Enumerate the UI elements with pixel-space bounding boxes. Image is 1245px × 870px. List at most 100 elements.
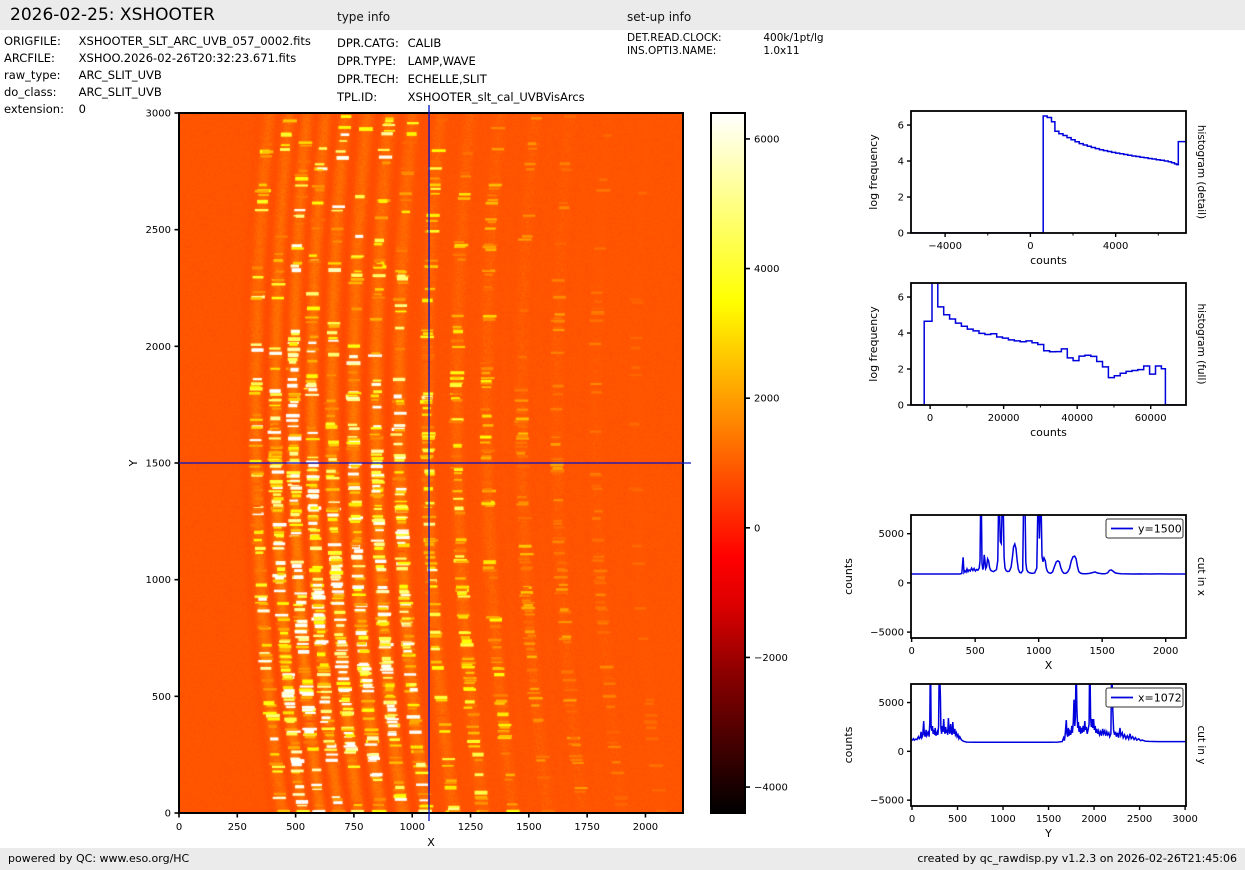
tick-label: 500 <box>152 692 171 703</box>
dprcatg-label: DPR.CATG: <box>337 36 399 50</box>
tick-label: 4 <box>898 157 904 168</box>
info-row-opti3name: INS.OPTI3.NAME: 1.0x11 <box>627 45 824 58</box>
tick-label: 0 <box>176 822 182 833</box>
colorbar <box>711 113 745 813</box>
tick-label: 0 <box>908 646 914 657</box>
histogram_detail-ylabel: log frequency <box>867 134 880 210</box>
tick-label: −4000 <box>928 241 962 252</box>
tick-label: 4 <box>898 329 904 340</box>
histogram_detail-xlabel: counts <box>1030 254 1067 267</box>
page-title: 2026-02-25: XSHOOTER <box>10 5 215 25</box>
tick-label: 1000 <box>1026 646 1051 657</box>
footer-created-by: created by qc_rawdisp.py v1.2.3 on 2026-… <box>917 852 1237 865</box>
tick-label: 2000 <box>633 822 658 833</box>
tick-label: 20000 <box>988 413 1020 424</box>
type-info-heading: type info <box>337 10 391 24</box>
info-row-doclass: do_class: ARC_SLIT_UVB <box>4 84 311 101</box>
type-info-block: DPR.CATG: CALIB DPR.TYPE: LAMP,WAVE DPR.… <box>337 34 585 106</box>
tick-label: 2500 <box>146 225 171 236</box>
tick-label: 750 <box>344 822 363 833</box>
dprtech-label: DPR.TECH: <box>337 72 399 86</box>
info-row-dprcatg: DPR.CATG: CALIB <box>337 34 585 52</box>
info-row-tplid: TPL.ID: XSHOOTER_slt_cal_UVBVisArcs <box>337 88 585 106</box>
tick-label: 500 <box>286 822 305 833</box>
tick-label: 1750 <box>574 822 599 833</box>
tick-label: 500 <box>966 646 985 657</box>
dprcatg-value: CALIB <box>407 36 442 50</box>
tick-label: 2000 <box>754 394 779 405</box>
tick-label: 2000 <box>1081 814 1106 825</box>
tick-label: 250 <box>228 822 247 833</box>
tick-label: −4000 <box>754 783 788 794</box>
cut_in_x-legend-box <box>1105 518 1184 539</box>
footer-powered-by: powered by QC: www.eso.org/HC <box>8 852 190 865</box>
tick-label: 40000 <box>1061 413 1093 424</box>
setup-info-heading: set-up info <box>627 10 692 24</box>
setup-info-block: DET.READ.CLOCK: 400k/1pt/lg INS.OPTI3.NA… <box>627 32 824 57</box>
file-info-block: ORIGFILE: XSHOOTER_SLT_ARC_UVB_057_0002.… <box>4 33 311 118</box>
arcfile-label: ARCFILE: <box>4 51 55 65</box>
doclass-label: do_class: <box>4 85 57 99</box>
tick-label: 500 <box>948 814 967 825</box>
tick-label: 3000 <box>1172 814 1197 825</box>
tick-label: 0 <box>898 229 904 240</box>
cut_in_x-curve <box>911 515 1186 576</box>
cut_in_x-legend-label: y=1500 <box>1138 522 1182 535</box>
tick-label: 0 <box>927 413 933 424</box>
tick-label: 1500 <box>146 459 171 470</box>
dprtype-label: DPR.TYPE: <box>337 54 397 68</box>
header-bar: 2026-02-25: XSHOOTER type info set-up in… <box>0 0 1245 30</box>
tick-label: 2500 <box>1127 814 1152 825</box>
cut_in_x-xlabel: X <box>1045 659 1053 672</box>
histogram_detail-curve <box>911 115 1186 233</box>
info-row-arcfile: ARCFILE: XSHOO.2026-02-26T20:32:23.671.f… <box>4 50 311 67</box>
tick-label: 6000 <box>754 134 779 145</box>
extension-value: 0 <box>78 102 86 116</box>
tick-label: 1500 <box>516 822 541 833</box>
dprtech-value: ECHELLE,SLIT <box>407 72 487 86</box>
rawtype-label: raw_type: <box>4 68 61 82</box>
tick-label: 60000 <box>1135 413 1167 424</box>
info-row-dprtech: DPR.TECH: ECHELLE,SLIT <box>337 70 585 88</box>
cut_in_x-frame <box>910 514 1187 639</box>
tick-label: 1500 <box>1036 814 1061 825</box>
cut_in_y-legend-label: x=1072 <box>1138 691 1182 704</box>
tick-label: 0 <box>754 523 760 534</box>
qc-report-page: 2026-02-25: XSHOOTER type info set-up in… <box>0 0 1245 870</box>
tick-label: 0 <box>898 401 904 412</box>
tick-label: 1000 <box>399 822 424 833</box>
tick-label: 0 <box>898 747 904 758</box>
cut_in_y-legend-box <box>1105 687 1184 708</box>
cut_in_y-xlabel: Y <box>1044 827 1052 840</box>
cut_in_y-frame <box>910 683 1187 807</box>
opti3name-label: INS.OPTI3.NAME: <box>627 44 717 57</box>
histogram_detail-frame <box>910 110 1187 234</box>
info-row-dprtype: DPR.TYPE: LAMP,WAVE <box>337 52 585 70</box>
tick-label: 6 <box>898 121 904 132</box>
tick-label: 0 <box>898 578 904 589</box>
tick-label: 2 <box>898 365 904 376</box>
histogram_detail-right-label: histogram (detail) <box>1195 125 1207 219</box>
tick-label: 1250 <box>458 822 483 833</box>
info-row-rawtype: raw_type: ARC_SLIT_UVB <box>4 67 311 84</box>
echelle-raw-image <box>179 113 683 813</box>
histogram_full-ylabel: log frequency <box>867 306 880 382</box>
tick-label: 2000 <box>1153 646 1178 657</box>
rawtype-value: ARC_SLIT_UVB <box>78 68 162 82</box>
readclock-label: DET.READ.CLOCK: <box>627 32 722 44</box>
cut_in_y-ylabel: counts <box>842 726 855 763</box>
tick-label: 4000 <box>1103 241 1128 252</box>
tick-label: −5000 <box>870 628 904 639</box>
doclass-value: ARC_SLIT_UVB <box>78 85 162 99</box>
histogram_full-xlabel: counts <box>1030 426 1067 439</box>
info-row-origfile: ORIGFILE: XSHOOTER_SLT_ARC_UVB_057_0002.… <box>4 33 311 50</box>
extension-label: extension: <box>4 102 64 116</box>
tplid-value: XSHOOTER_slt_cal_UVBVisArcs <box>407 90 585 104</box>
dprtype-value: LAMP,WAVE <box>407 54 476 68</box>
tick-label: 5000 <box>879 529 904 540</box>
opti3name-value: 1.0x11 <box>763 44 800 57</box>
tick-label: 1000 <box>146 575 171 586</box>
histogram_full-frame <box>910 282 1187 406</box>
tick-label: 5000 <box>879 698 904 709</box>
cut_in_y-curve <box>911 684 1186 744</box>
